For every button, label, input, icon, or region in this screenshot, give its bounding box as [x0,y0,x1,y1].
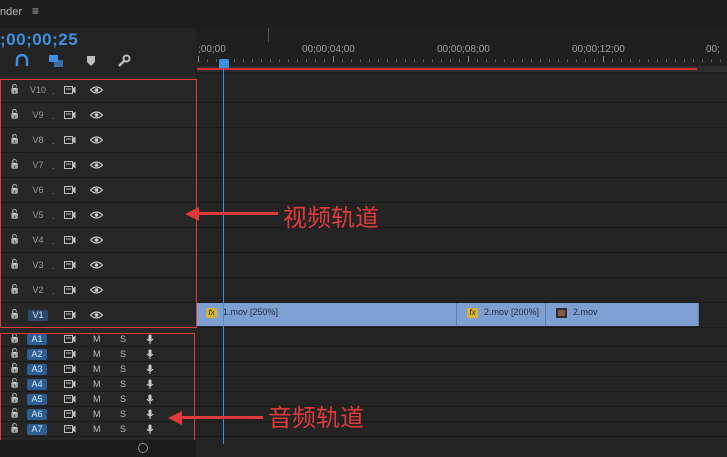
ruler-minor-tick [630,59,631,62]
clip-label: 2.mov [573,307,598,317]
ruler-minor-tick [567,59,568,62]
ruler-major-tick [333,56,334,62]
ruler-minor-tick [405,59,406,62]
ruler-major-tick [468,56,469,62]
ruler-minor-tick [324,59,325,62]
ruler-minor-tick [612,59,613,62]
ruler-minor-tick [369,59,370,62]
ruler-minor-tick [621,59,622,62]
ruler-minor-tick [720,59,721,62]
ruler-minor-tick [207,59,208,62]
clip-label: 1.mov [250%] [223,307,279,317]
ruler-minor-tick [243,59,244,62]
video-tracks-highlight [0,79,197,328]
ruler-minor-tick [657,59,658,62]
ruler-minor-tick [414,59,415,62]
ruler-minor-tick [432,59,433,62]
linked-selection-icon[interactable] [48,54,64,68]
ruler-minor-tick [594,59,595,62]
panel-tab-bar [0,0,727,28]
fx-badge-icon: fx [206,308,217,318]
annotation-audio-tracks: 音频轨道 [268,404,364,432]
ruler-minor-tick [423,59,424,62]
annotation-arrow-head [185,207,199,221]
ruler-minor-tick [504,59,505,62]
horizontal-scrollbar[interactable] [0,440,196,457]
snap-icon[interactable] [14,54,30,68]
ruler-major-tick [198,56,199,62]
ruler-minor-tick [522,59,523,62]
playhead-timecode[interactable]: ;00;00;25 [0,30,78,50]
ruler-minor-tick [351,59,352,62]
ruler-minor-tick [540,59,541,62]
ruler-minor-tick [702,59,703,62]
annotation-video-tracks: 视频轨道 [283,204,379,232]
ruler-minor-tick [360,59,361,62]
audio-tracks-highlight [0,333,195,449]
ruler-minor-tick [648,59,649,62]
annotation-arrow [181,416,263,419]
clip[interactable]: 2.mov [546,303,699,326]
ruler-minor-tick [396,59,397,62]
ruler-minor-tick [450,59,451,62]
ruler-minor-tick [711,59,712,62]
playhead-line[interactable] [223,68,224,444]
ruler-minor-tick [459,59,460,62]
zoom-scroll-handle[interactable] [138,443,148,453]
hamburger-icon[interactable]: ≡ [32,4,39,18]
ruler-minor-tick [486,59,487,62]
ruler-label: 00;00;08;00 [437,44,490,55]
ruler-minor-tick [684,59,685,62]
ruler-label: 00;00;12;00 [572,44,625,55]
clip-label: 2.mov [200%] [484,307,540,317]
clip[interactable]: fx 2.mov [200%] [457,303,546,326]
ruler-minor-tick [279,59,280,62]
add-marker-icon[interactable] [84,54,100,68]
ruler-minor-tick [495,59,496,62]
fx-badge-icon: fx [467,308,478,318]
playhead-handle[interactable] [219,59,229,68]
ruler-minor-tick [297,59,298,62]
ruler-major-tick [603,56,604,62]
clip[interactable]: fx 1.mov [250%] [197,303,457,326]
ruler-minor-tick [558,59,559,62]
ruler-minor-tick [342,59,343,62]
ruler-minor-tick [270,59,271,62]
ruler-minor-tick [216,59,217,62]
ruler-minor-tick [378,59,379,62]
ruler-minor-tick [387,59,388,62]
ruler-minor-tick [441,59,442,62]
panel-tab-title[interactable]: nder [0,6,22,18]
ruler-minor-tick [252,59,253,62]
clip-thumb-icon [556,308,567,318]
ruler-minor-tick [585,59,586,62]
ruler-minor-tick [549,59,550,62]
ruler-minor-tick [513,59,514,62]
ruler-minor-tick [306,59,307,62]
ruler-label: 00;00;04;00 [302,44,355,55]
ruler-minor-tick [639,59,640,62]
ruler-minor-tick [576,59,577,62]
ruler-minor-tick [288,59,289,62]
ruler-divider [268,28,269,42]
ruler-minor-tick [261,59,262,62]
ruler-minor-tick [675,59,676,62]
annotation-arrow [198,212,278,215]
ruler-minor-tick [234,59,235,62]
ruler-minor-tick [693,59,694,62]
ruler-minor-tick [477,59,478,62]
ruler-minor-tick [531,59,532,62]
ruler-minor-tick [666,59,667,62]
annotation-arrow-head [168,411,182,425]
ruler-minor-tick [315,59,316,62]
ruler-label: 00; [706,44,720,55]
wrench-icon[interactable] [116,54,132,68]
ruler-label: ;00;00 [198,44,226,55]
work-area-range[interactable] [197,68,697,70]
